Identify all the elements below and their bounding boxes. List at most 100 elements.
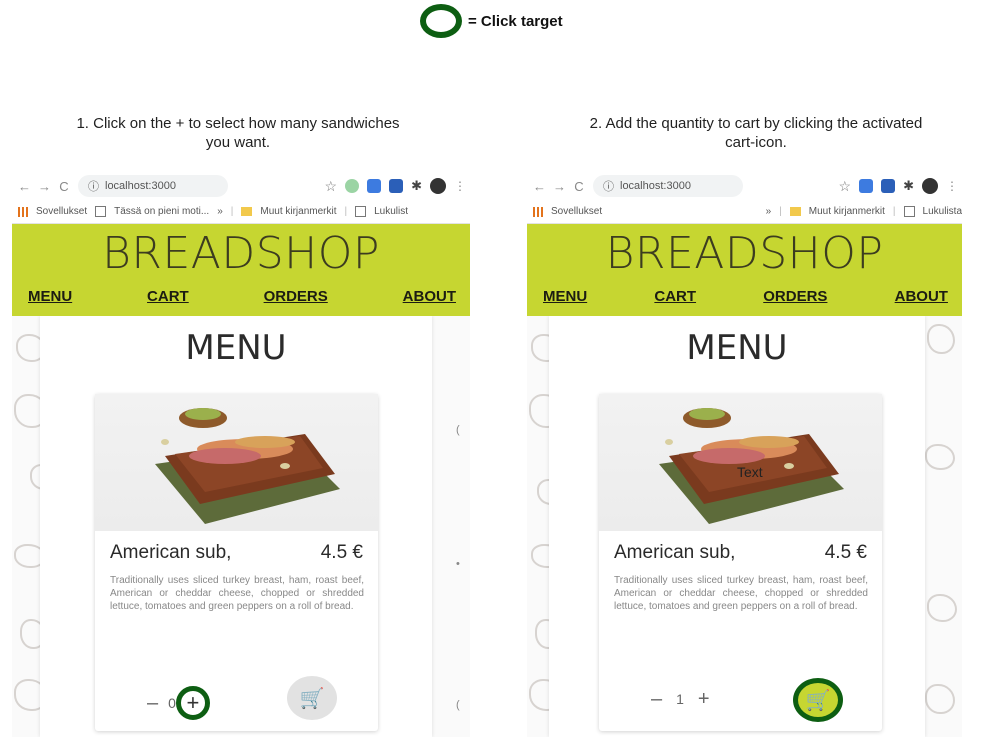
address-url: localhost:3000 [620, 180, 691, 192]
app-page: BREADSHOP MENU CART ORDERS ABOUT MENU [527, 224, 962, 737]
product-photo [95, 394, 378, 531]
nav-about[interactable]: ABOUT [403, 288, 456, 305]
bookmarks-overflow-chevron[interactable]: » [217, 206, 223, 217]
sandwich-board-image [155, 408, 340, 524]
back-arrow-icon[interactable]: ← [533, 179, 546, 194]
nav-orders[interactable]: ORDERS [264, 288, 328, 305]
product-header: American sub, 4.5 € [614, 542, 867, 564]
decrement-button[interactable]: – [147, 693, 158, 713]
extension-blue-icon[interactable] [367, 179, 382, 193]
photo-overlay-text: Text [737, 464, 763, 480]
cart-icon: 🛒 [805, 688, 831, 712]
reload-icon[interactable]: C [573, 179, 585, 194]
main-nav: MENU CART ORDERS ABOUT [543, 288, 948, 305]
extension-green-icon[interactable] [345, 179, 360, 193]
reading-list-icon [355, 206, 367, 217]
browser-toolbar: ← → C ⓘ localhost:3000 ☆ ✱ ⋮ [527, 172, 962, 200]
bookmark-other[interactable]: Muut kirjanmerkit [260, 206, 336, 217]
bookmark-page[interactable]: Tässä on pieni moti... [114, 206, 209, 217]
bread-pattern-icon [925, 684, 955, 714]
forward-arrow-icon[interactable]: → [38, 179, 51, 194]
product-photo: Text [599, 394, 882, 531]
nav-orders[interactable]: ORDERS [763, 288, 827, 305]
product-card: Text American sub, 4.5 € Traditionally u… [599, 394, 882, 731]
address-url: localhost:3000 [105, 180, 176, 192]
nav-cart[interactable]: CART [654, 288, 696, 305]
increment-button[interactable]: + [175, 686, 210, 720]
menu-sheet: MENU American sub, 4.5 € Traditionally u… [40, 316, 432, 737]
screenshot-step-1: ← → C ⓘ localhost:3000 ☆ ✱ ⋮ Sovellukset… [12, 172, 470, 737]
bookmark-reading-list[interactable]: Lukulista [923, 206, 962, 217]
product-name: American sub, [614, 542, 736, 563]
info-icon: ⓘ [603, 181, 614, 193]
extensions-puzzle-icon[interactable]: ✱ [411, 179, 422, 193]
reading-list-icon [903, 206, 915, 217]
bookmark-apps[interactable]: Sovellukset [551, 206, 602, 217]
nav-about[interactable]: ABOUT [895, 288, 948, 305]
bookmarks-bar: Sovellukset » | Muut kirjanmerkit | Luku… [527, 200, 962, 224]
quantity-stepper: – 1 + [651, 689, 710, 709]
bookmark-apps[interactable]: Sovellukset [36, 206, 87, 217]
extension-darkblue-icon[interactable] [389, 179, 404, 193]
add-to-cart-button[interactable]: 🛒 [287, 676, 337, 720]
bread-pattern-icon [927, 324, 955, 354]
app-header: BREADSHOP MENU CART ORDERS ABOUT [527, 224, 962, 316]
edge-fragment: ( [456, 699, 460, 711]
page-title: MENU [686, 328, 788, 368]
nav-cart[interactable]: CART [147, 288, 189, 305]
bookmarks-separator: | [344, 206, 348, 217]
nav-menu[interactable]: MENU [543, 288, 587, 305]
product-description: Traditionally uses sliced turkey breast,… [614, 575, 868, 612]
bookmarks-separator: | [230, 206, 234, 217]
bread-pattern-icon [925, 444, 955, 470]
info-icon: ⓘ [88, 181, 99, 193]
extension-blue-icon[interactable] [859, 179, 874, 193]
profile-avatar[interactable] [922, 178, 938, 194]
menu-sheet: MENU Text American sub, 4.5 € Traditiona… [549, 316, 925, 737]
product-description: Traditionally uses sliced turkey breast,… [110, 575, 364, 612]
product-name: American sub, [110, 542, 232, 563]
brand-title: BREADSHOP [102, 228, 380, 279]
legend-text: = Click target [468, 12, 563, 30]
bookmark-page-icon [95, 206, 107, 217]
quantity-value: 1 [676, 691, 684, 707]
kebab-menu-icon[interactable]: ⋮ [454, 179, 466, 193]
brand-title: BREADSHOP [605, 228, 884, 279]
bookmark-star-icon[interactable]: ☆ [839, 179, 852, 193]
step-2-caption: 2. Add the quantity to cart by clicking … [589, 115, 923, 151]
apps-grid-icon [18, 206, 28, 217]
sandwich-board-image [659, 408, 844, 524]
add-to-cart-button[interactable]: 🛒 [793, 678, 843, 722]
profile-avatar[interactable] [430, 178, 446, 194]
legend: = Click target [420, 4, 563, 38]
app-header: BREADSHOP MENU CART ORDERS ABOUT [12, 224, 470, 316]
page-title: MENU [185, 328, 287, 368]
bookmark-other[interactable]: Muut kirjanmerkit [809, 206, 885, 217]
browser-toolbar: ← → C ⓘ localhost:3000 ☆ ✱ ⋮ [12, 172, 470, 200]
product-price: 4.5 € [824, 542, 867, 563]
decrement-button[interactable]: – [651, 689, 662, 709]
forward-arrow-icon[interactable]: → [553, 179, 566, 194]
screenshot-step-2: ← → C ⓘ localhost:3000 ☆ ✱ ⋮ Sovellukset… [527, 172, 962, 737]
extensions-puzzle-icon[interactable]: ✱ [903, 179, 914, 193]
plus-icon: + [186, 690, 200, 715]
folder-icon [789, 207, 801, 216]
address-bar[interactable]: ⓘ localhost:3000 [593, 175, 743, 197]
bookmark-star-icon[interactable]: ☆ [325, 179, 338, 193]
increment-button[interactable]: + [698, 689, 710, 709]
bookmarks-overflow-chevron[interactable]: » [766, 206, 772, 217]
app-page: BREADSHOP MENU CART ORDERS ABOUT MENU [12, 224, 470, 737]
back-arrow-icon[interactable]: ← [18, 179, 31, 194]
product-header: American sub, 4.5 € [110, 542, 363, 564]
bookmarks-bar: Sovellukset Tässä on pieni moti... » | M… [12, 200, 470, 224]
address-bar[interactable]: ⓘ localhost:3000 [78, 175, 228, 197]
extension-darkblue-icon[interactable] [881, 179, 896, 193]
main-nav: MENU CART ORDERS ABOUT [28, 288, 456, 305]
step-1-caption: 1. Click on the + to select how many san… [76, 115, 400, 151]
reload-icon[interactable]: C [58, 179, 70, 194]
nav-menu[interactable]: MENU [28, 288, 72, 305]
cart-icon: 🛒 [299, 686, 325, 710]
bookmark-reading-list[interactable]: Lukulist [374, 206, 408, 217]
kebab-menu-icon[interactable]: ⋮ [946, 179, 958, 193]
bookmarks-separator: | [779, 206, 782, 217]
